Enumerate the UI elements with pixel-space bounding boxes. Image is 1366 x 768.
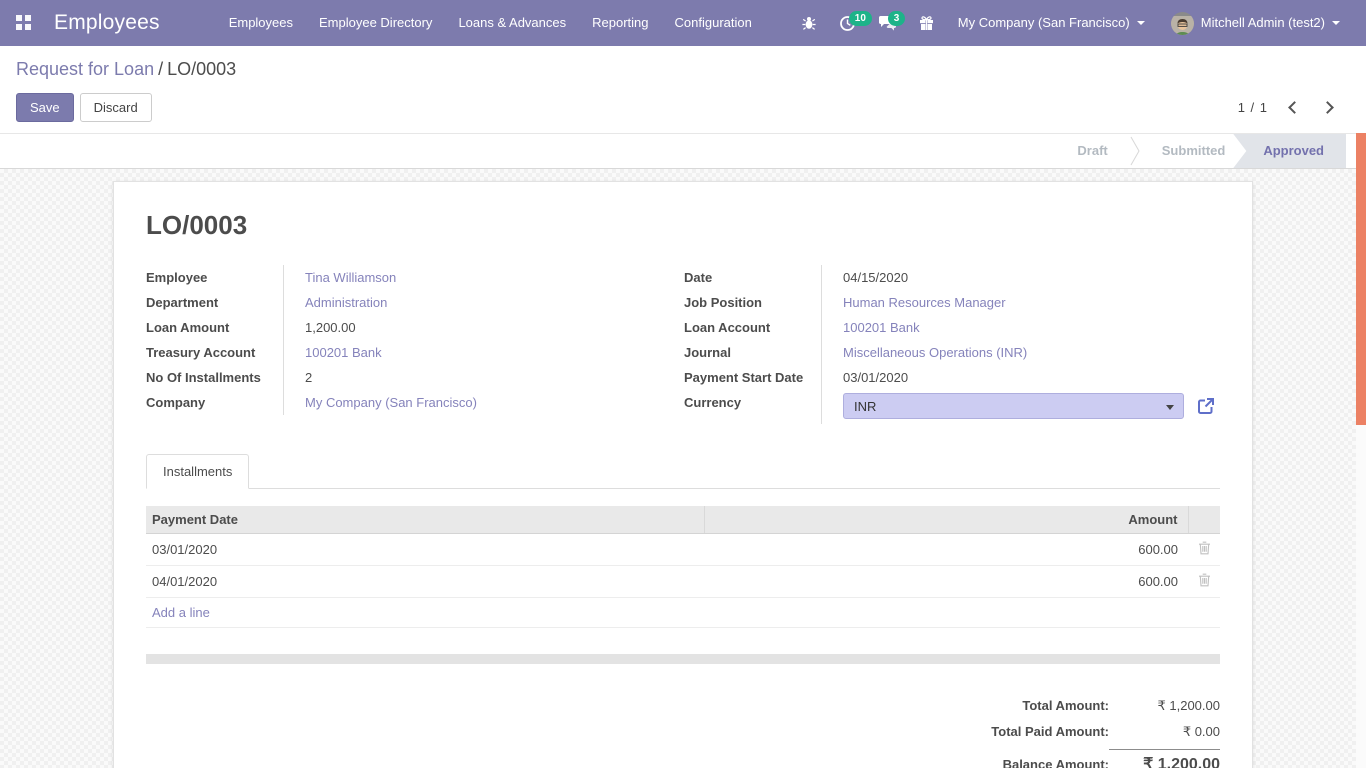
field-label-treasury-account: Treasury Account [146,340,284,365]
delete-row-icon[interactable] [1198,541,1211,555]
page-scrollbar-thumb[interactable] [1356,133,1366,425]
breadcrumb-parent-link[interactable]: Request for Loan [16,59,154,79]
select-caret-icon [1166,405,1174,410]
menu-item-loans-advances[interactable]: Loans & Advances [445,0,579,46]
message-count-badge: 3 [888,11,906,26]
chevron-down-icon [1332,21,1340,25]
currency-select[interactable]: INR [843,393,1184,419]
pager-value: 1 / 1 [1238,100,1268,115]
field-value-installments[interactable]: 2 [284,365,666,390]
table-row: 03/01/2020 600.00 [146,534,1220,566]
user-name: Mitchell Admin (test2) [1201,0,1325,46]
field-label-loan-amount: Loan Amount [146,315,284,340]
table-row-add: Add a line [146,598,1220,628]
field-value-loan-account[interactable]: 100201 Bank [843,320,920,335]
form-sheet: LO/0003 Employee Tina Williamson Departm… [113,181,1253,768]
field-label-department: Department [146,290,284,315]
step-arrow-icon [1130,136,1140,166]
field-value-date[interactable]: 04/15/2020 [822,265,1220,290]
gift-icon[interactable] [911,9,942,37]
record-title: LO/0003 [146,210,1220,241]
delete-row-icon[interactable] [1198,573,1211,587]
field-group-left: Employee Tina Williamson Department Admi… [146,265,666,424]
balance-amount-label: Balance Amount: [1003,757,1109,768]
field-label-journal: Journal [684,340,822,365]
main-menu: Employees Employee Directory Loans & Adv… [216,0,765,46]
statusbar: Draft Submitted Approved [0,133,1366,169]
breadcrumb-current: LO/0003 [167,59,236,79]
field-label-date: Date [684,265,822,290]
total-amount-value: ₹ 1,200.00 [1109,694,1220,718]
menu-item-configuration[interactable]: Configuration [662,0,765,46]
field-label-payment-start-date: Payment Start Date [684,365,822,390]
total-paid-label: Total Paid Amount: [991,724,1109,739]
cell-payment-date[interactable]: 03/01/2020 [146,534,704,566]
user-menu[interactable]: Mitchell Admin (test2) [1161,0,1350,46]
table-horizontal-scrollbar[interactable] [146,654,1220,664]
top-navbar: Employees Employees Employee Directory L… [0,0,1366,46]
status-step-draft[interactable]: Draft [1055,134,1129,168]
activities-clock-icon[interactable]: 10 [831,9,864,38]
field-value-payment-start-date[interactable]: 03/01/2020 [822,365,1220,390]
pager-next-icon[interactable] [1321,101,1334,114]
column-header-payment-date[interactable]: Payment Date [146,506,704,534]
save-button[interactable]: Save [16,93,74,122]
field-value-journal[interactable]: Miscellaneous Operations (INR) [843,345,1027,360]
field-label-employee: Employee [146,265,284,290]
systray: 10 3 My Company (San Francisco) [793,0,1350,46]
total-amount-label: Total Amount: [1022,698,1109,713]
field-value-treasury-account[interactable]: 100201 Bank [305,345,382,360]
pager: 1 / 1 [1238,100,1350,115]
cell-amount[interactable]: 600.00 [704,566,1188,598]
company-switcher[interactable]: My Company (San Francisco) [948,0,1155,46]
currency-selected-value: INR [854,399,876,414]
tab-installments[interactable]: Installments [146,454,249,489]
field-label-job-position: Job Position [684,290,822,315]
debug-bug-icon[interactable] [793,9,825,37]
app-brand[interactable]: Employees [54,11,160,35]
totals-block: Total Amount: ₹ 1,200.00 Total Paid Amou… [146,694,1220,768]
total-paid-value: ₹ 0.00 [1109,720,1220,744]
field-value-employee[interactable]: Tina Williamson [305,270,396,285]
cell-amount[interactable]: 600.00 [704,534,1188,566]
table-row: 04/01/2020 600.00 [146,566,1220,598]
messages-chat-icon[interactable]: 3 [870,9,905,38]
menu-item-reporting[interactable]: Reporting [579,0,661,46]
menu-item-employees[interactable]: Employees [216,0,306,46]
field-value-company[interactable]: My Company (San Francisco) [305,395,477,410]
apps-menu-icon[interactable] [16,15,32,31]
chevron-down-icon [1137,21,1145,25]
menu-item-employee-directory[interactable]: Employee Directory [306,0,445,46]
company-name: My Company (San Francisco) [958,0,1130,46]
status-step-approved[interactable]: Approved [1233,134,1346,168]
control-panel: Request for Loan/LO/0003 Save Discard 1 … [0,46,1366,133]
breadcrumb-separator: / [154,59,167,79]
field-label-loan-account: Loan Account [684,315,822,340]
column-header-actions [1188,506,1220,534]
discard-button[interactable]: Discard [80,93,152,122]
field-label-installments: No Of Installments [146,365,284,390]
external-link-icon[interactable] [1196,397,1215,416]
add-a-line-link[interactable]: Add a line [152,605,210,620]
notebook: Installments Payment Date Amount 03/01/2… [146,454,1220,664]
activity-count-badge: 10 [849,11,872,26]
pager-previous-icon[interactable] [1288,101,1301,114]
field-label-currency: Currency [684,390,822,424]
balance-amount-value: ₹ 1,200.00 [1109,749,1220,768]
user-avatar [1171,12,1194,35]
column-header-amount[interactable]: Amount [704,506,1188,534]
field-group-right: Date 04/15/2020 Job Position Human Resou… [684,265,1220,424]
page-scrollbar-track[interactable] [1356,133,1366,768]
cell-payment-date[interactable]: 04/01/2020 [146,566,704,598]
field-label-company: Company [146,390,284,415]
breadcrumb: Request for Loan/LO/0003 [16,59,1350,80]
field-value-job-position[interactable]: Human Resources Manager [843,295,1006,310]
field-value-department[interactable]: Administration [305,295,387,310]
status-step-submitted[interactable]: Submitted [1140,134,1248,168]
field-value-loan-amount[interactable]: 1,200.00 [284,315,666,340]
installments-table: Payment Date Amount 03/01/2020 600.00 [146,506,1220,628]
form-view-background: LO/0003 Employee Tina Williamson Departm… [0,169,1366,768]
